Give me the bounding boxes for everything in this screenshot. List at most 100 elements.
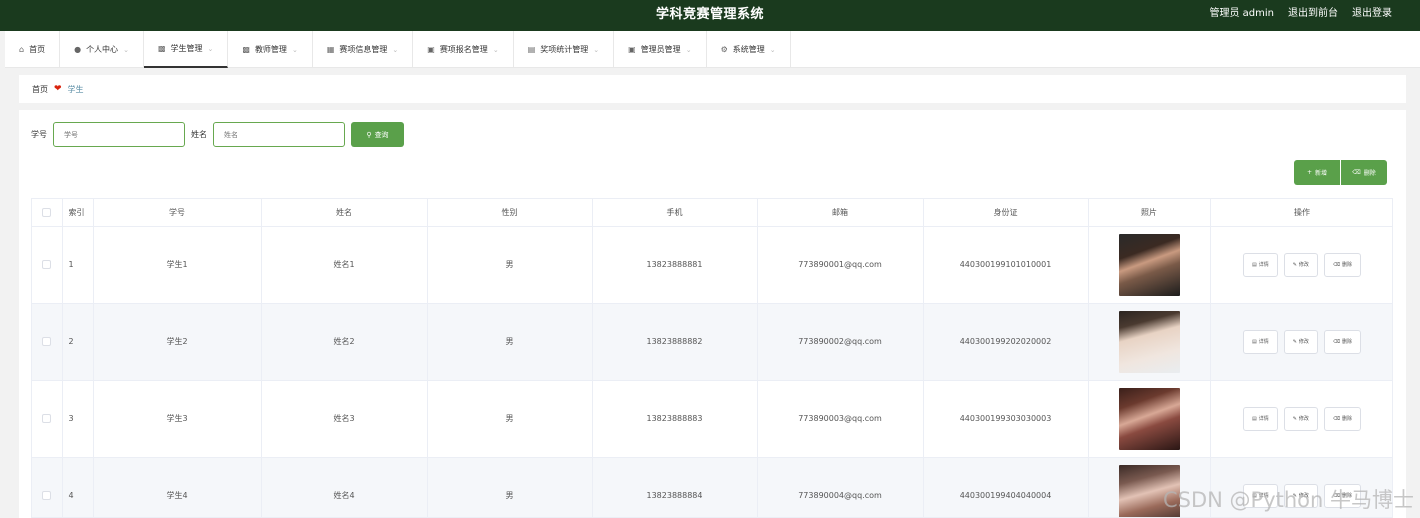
column-header: 邮箱: [757, 199, 924, 227]
search-form: 学号 姓名 ⚲ 查询: [31, 122, 404, 147]
teacher-icon: ▩: [242, 45, 250, 54]
row-checkbox[interactable]: [42, 491, 52, 500]
cell-index: 3: [62, 380, 94, 458]
cell-index: 4: [62, 457, 94, 517]
clipboard-icon: ▣: [628, 45, 636, 54]
delete-button[interactable]: ⌫ 删除: [1323, 252, 1362, 277]
cell-phone: 13823888881: [592, 226, 758, 304]
column-header: 性别: [427, 199, 593, 227]
trash-icon: ⌫: [1332, 338, 1341, 345]
pencil-icon: ✎: [1292, 415, 1297, 422]
add-button[interactable]: + 新增: [1294, 160, 1340, 185]
student-icon: ▩: [157, 44, 166, 53]
detail-button[interactable]: ▤ 详情: [1242, 406, 1278, 431]
nav-label: 赛项报名管理: [439, 45, 488, 54]
cell-name: 姓名1: [261, 226, 428, 304]
nav-contest-info-management[interactable]: ▦ 赛项信息管理 ⌄: [313, 31, 414, 68]
exit-to-front-link[interactable]: 退出到前台: [1288, 0, 1338, 31]
batch-delete-button[interactable]: ⌫ 删除: [1341, 160, 1387, 185]
delete-button[interactable]: ⌫ 删除: [1323, 329, 1362, 354]
cell-actions: ▤ 详情 ✎ 修改 ⌫ 删除: [1210, 226, 1392, 304]
nav-label: 首页: [29, 45, 46, 54]
detail-button[interactable]: ▤ 详情: [1242, 329, 1278, 354]
clipboard-icon: ▣: [427, 45, 435, 54]
column-header: 手机: [592, 199, 758, 227]
column-header: 身份证: [923, 199, 1089, 227]
pencil-icon: ✎: [1292, 338, 1297, 345]
row-select-cell: [32, 226, 63, 304]
select-all-checkbox[interactable]: [42, 207, 52, 217]
chevron-down-icon: ⌄: [593, 45, 600, 54]
edit-button[interactable]: ✎ 修改: [1283, 406, 1318, 431]
row-checkbox[interactable]: [42, 337, 52, 346]
search-icon: ⚲: [366, 130, 372, 139]
cell-student-id: 学生3: [93, 380, 262, 458]
app-title: 学科竞赛管理系统: [655, 7, 764, 22]
cell-gender: 男: [427, 457, 593, 517]
document-icon: ▤: [1251, 338, 1257, 345]
person-icon: ●: [74, 45, 82, 54]
cell-index: 2: [62, 303, 94, 381]
home-icon: ⌂: [19, 45, 25, 54]
cell-name: 姓名3: [261, 380, 428, 458]
edit-button[interactable]: ✎ 修改: [1283, 252, 1318, 277]
cell-photo: [1088, 303, 1211, 381]
name-input[interactable]: [213, 122, 345, 147]
row-select-cell: [32, 303, 63, 381]
select-all-cell: [32, 199, 63, 227]
cell-gender: 男: [427, 380, 593, 458]
trash-icon: ⌫: [1332, 261, 1341, 268]
table-actions: + 新增 ⌫ 删除: [1294, 160, 1387, 185]
student-id-label: 学号: [31, 130, 47, 139]
edit-label: 修改: [1298, 339, 1309, 345]
cell-phone: 13823888884: [592, 457, 758, 517]
edit-label: 修改: [1298, 262, 1309, 268]
chevron-down-icon: ⌄: [685, 45, 692, 54]
cell-name: 姓名4: [261, 457, 428, 517]
nav-personal-center[interactable]: ● 个人中心 ⌄: [60, 31, 144, 68]
delete-label: 删除: [1342, 339, 1353, 345]
search-button[interactable]: ⚲ 查询: [351, 122, 404, 147]
nav-contest-registration-management[interactable]: ▣ 赛项报名管理 ⌄: [413, 31, 514, 68]
cell-index: 1: [62, 226, 94, 304]
column-header: 学号: [93, 199, 262, 227]
edit-label: 修改: [1298, 416, 1309, 422]
nav-system-management[interactable]: ⚙ 系统管理 ⌄: [707, 31, 791, 68]
logout-link[interactable]: 退出登录: [1352, 0, 1392, 31]
main-nav: ⌂ 首页 ● 个人中心 ⌄ ▩ 学生管理 ⌄ ▩ 教师管理 ⌄ ▦ 赛项信息管理…: [5, 31, 1420, 68]
row-select-cell: [32, 380, 63, 458]
nav-teacher-management[interactable]: ▩ 教师管理 ⌄: [228, 31, 313, 68]
add-button-label: 新增: [1315, 170, 1328, 177]
cell-phone: 13823888883: [592, 380, 758, 458]
pencil-icon: ✎: [1292, 261, 1297, 268]
row-checkbox[interactable]: [42, 260, 52, 269]
detail-button[interactable]: ▤ 详情: [1242, 252, 1278, 277]
trash-icon: ⌫: [1352, 169, 1361, 176]
edit-button[interactable]: ✎ 修改: [1283, 329, 1318, 354]
student-id-input[interactable]: [53, 122, 185, 147]
table-header-row: 索引 学号 姓名 性别 手机 邮箱 身份证 照片 操作: [32, 199, 1392, 227]
column-header: 操作: [1210, 199, 1392, 227]
content-panel: 学号 姓名 ⚲ 查询 + 新增 ⌫ 删除: [19, 110, 1406, 518]
nav-student-management[interactable]: ▩ 学生管理 ⌄: [143, 31, 229, 68]
student-table: 索引 学号 姓名 性别 手机 邮箱 身份证 照片 操作 1 学生1 姓名1 男 …: [31, 198, 1393, 518]
nav-award-statistics-management[interactable]: ▤ 奖项统计管理 ⌄: [514, 31, 615, 68]
cell-phone: 13823888882: [592, 303, 758, 381]
nav-label: 赛项信息管理: [339, 45, 388, 54]
chevron-down-icon: ⌄: [492, 45, 499, 54]
cell-student-id: 学生1: [93, 226, 262, 304]
delete-button[interactable]: ⌫ 删除: [1323, 406, 1362, 431]
breadcrumb-home[interactable]: 首页: [32, 84, 48, 95]
chevron-down-icon: ⌄: [769, 45, 776, 54]
nav-label: 个人中心: [86, 45, 119, 54]
column-header: 姓名: [261, 199, 428, 227]
cell-photo: [1088, 226, 1211, 304]
cell-photo: [1088, 380, 1211, 458]
document-icon: ▤: [1251, 261, 1257, 268]
column-header: 照片: [1088, 199, 1211, 227]
cell-idcard: 440300199202020002: [923, 303, 1089, 381]
top-bar: 学科竞赛管理系统 管理员 admin 退出到前台 退出登录: [0, 0, 1420, 31]
nav-admin-management[interactable]: ▣ 管理员管理 ⌄: [614, 31, 707, 68]
nav-home[interactable]: ⌂ 首页: [5, 31, 61, 68]
row-checkbox[interactable]: [42, 414, 52, 423]
